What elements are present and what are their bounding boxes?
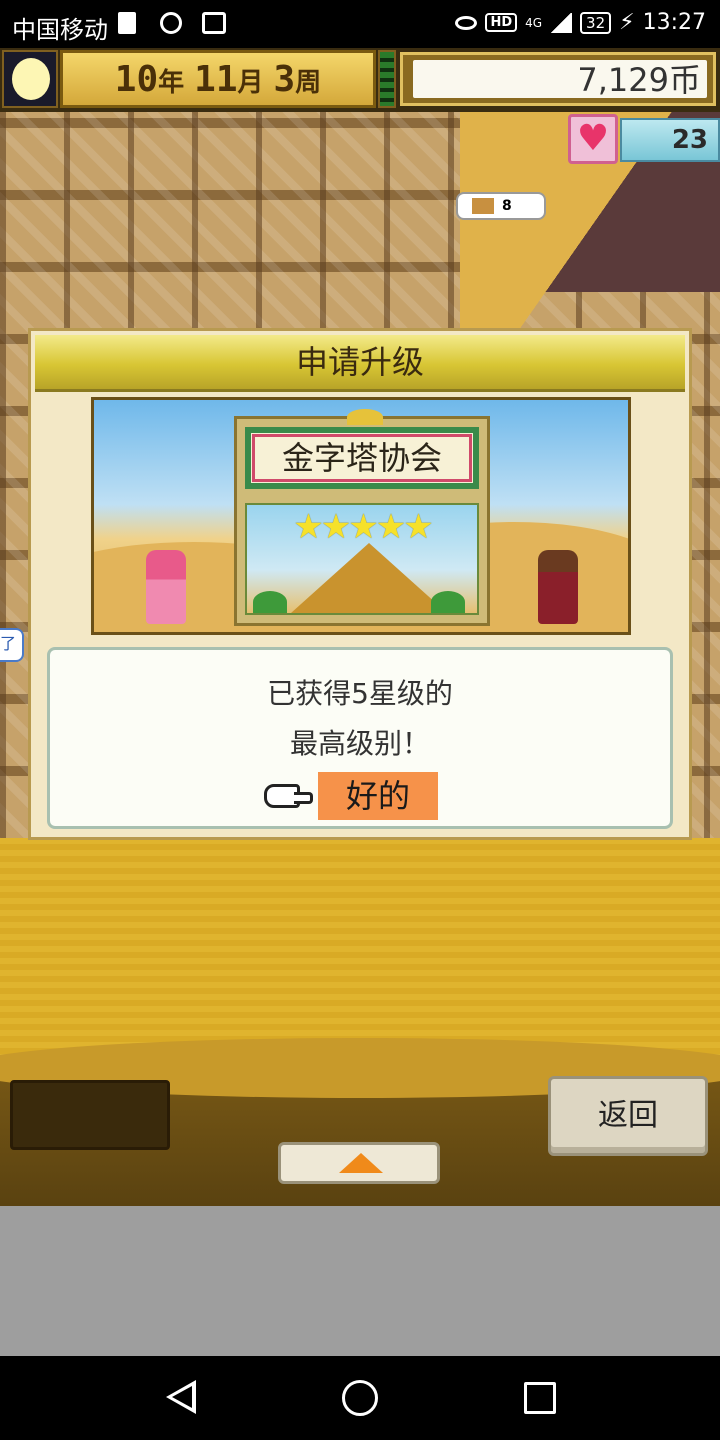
empty-slot [10, 1080, 170, 1150]
message-line-2: 最高级别！ [289, 727, 430, 760]
heart-icon-box[interactable]: ♥ [568, 114, 618, 164]
heart-icon: ♥ [576, 118, 610, 159]
week-unit: 周 [295, 67, 322, 98]
location-icon [160, 12, 182, 34]
nav-recent-apps-icon[interactable] [524, 1382, 556, 1414]
sim-card-icon [118, 12, 136, 34]
dialog-title: 申请升级 [35, 335, 685, 392]
side-notification-tag[interactable]: 了 [0, 628, 24, 662]
time-of-day-indicator [2, 50, 58, 108]
hd-badge: HD [485, 13, 518, 32]
five-star-rating: ★★★★★ [293, 507, 433, 547]
image-notification-icon [202, 12, 226, 34]
moon-icon [12, 58, 50, 100]
palm-tree-icon [253, 591, 287, 613]
year-number: 10 [114, 58, 159, 100]
pointing-hand-icon [264, 784, 313, 808]
signal-strength-icon [550, 12, 573, 33]
battery-level: 32 [580, 11, 612, 34]
upgrade-dialog: 申请升级 金字塔协会 ★★★★★ 已获得5星级的 最高级别！ 好的 [28, 328, 692, 840]
female-character-sprite [146, 550, 186, 624]
heart-count: 23 [620, 118, 720, 162]
game-screen: 10年 11月 3周 7,129币 ♥ 23 8 了 申请升级 金字塔协会 ★★… [0, 48, 720, 1206]
carrier-label: 中国移动 [12, 16, 108, 44]
association-illustration: 金字塔协会 ★★★★★ [91, 397, 631, 635]
date-display: 10年 11月 3周 [60, 50, 376, 108]
ok-row: 好的 [264, 772, 438, 820]
up-arrow-icon [339, 1153, 383, 1173]
back-button[interactable]: 返回 [548, 1076, 708, 1156]
association-sign: 金字塔协会 ★★★★★ [234, 409, 490, 626]
clock: 13:27 [642, 10, 706, 35]
navigation-bar [0, 1356, 720, 1440]
money-amount: 7,129币 [413, 60, 707, 99]
status-indicators: HD 4G 32 ⚡ 13:27 [455, 10, 706, 35]
message-line-1: 已获得5星级的 [267, 677, 453, 710]
speed-gauge[interactable] [378, 50, 396, 108]
bubble-count: 8 [502, 198, 512, 214]
palm-tree-icon [431, 591, 465, 613]
week-number: 3 [273, 58, 296, 100]
month-number: 11 [194, 58, 238, 100]
pyramid-icon [291, 543, 447, 613]
male-character-sprite [538, 550, 578, 624]
eye-comfort-icon [455, 15, 478, 30]
winged-emblem-icon [347, 409, 383, 425]
item-icon [472, 198, 494, 214]
pyramid-rating-picture: ★★★★★ [245, 503, 479, 615]
money-display: 7,129币 [400, 52, 716, 106]
charging-icon: ⚡ [619, 10, 635, 35]
top-hud: 10年 11月 3周 7,129币 [0, 48, 720, 112]
network-type-label: 4G [525, 15, 543, 30]
nav-back-icon[interactable] [166, 1380, 196, 1414]
room-speech-bubble[interactable]: 8 [456, 192, 546, 220]
status-bar: 中国移动 HD 4G 32 ⚡ 13:27 [0, 0, 720, 48]
message-box: 已获得5星级的 最高级别！ 好的 [47, 647, 673, 829]
year-unit: 年 [158, 67, 185, 98]
month-unit: 月 [237, 67, 264, 98]
ok-button[interactable]: 好的 [318, 772, 438, 820]
empty-area [0, 1206, 720, 1356]
association-name: 金字塔协会 [245, 427, 479, 489]
expand-menu-button[interactable] [278, 1142, 440, 1184]
nav-home-icon[interactable] [342, 1380, 378, 1416]
